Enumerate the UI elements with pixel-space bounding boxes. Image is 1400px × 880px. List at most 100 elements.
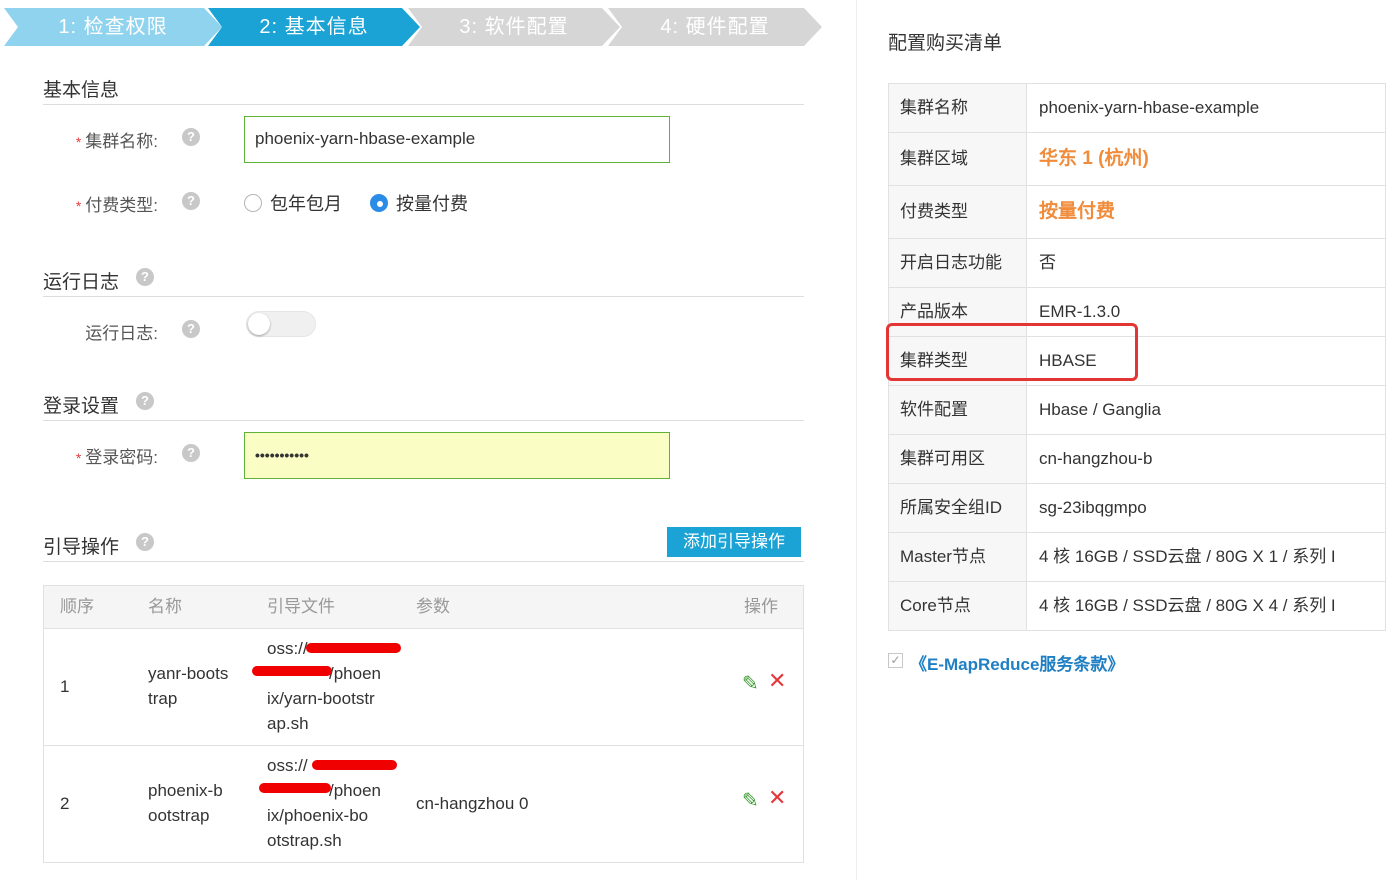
summary-value: 4 核 16GB / SSD云盘 / 80G X 1 / 系列 I [1039,547,1336,566]
section-title-basic: 基本信息 [43,80,120,101]
row-file-line: ap.sh [267,714,309,733]
table-row: 2 phoenix-b ootstrap oss:// /phoen ix/ph… [44,745,803,862]
terms-checkbox[interactable]: ✓ [888,653,903,668]
row-order: 2 [60,794,70,813]
run-log-toggle[interactable] [246,311,316,337]
summary-key: 集群可用区 [889,435,1027,483]
cluster-name-label: * 集群名称: [48,127,158,152]
summary-key: 所属安全组ID [889,484,1027,532]
cluster-name-input[interactable]: phoenix-yarn-hbase-example [244,116,670,163]
summary-value: 否 [1039,253,1056,272]
summary-row: Master节点 4 核 16GB / SSD云盘 / 80G X 1 / 系列 … [889,533,1385,582]
close-icon[interactable]: ✕ [768,668,786,694]
col-name: 名称 [148,597,182,616]
summary-row: 集群可用区 cn-hangzhou-b [889,435,1385,484]
row-file-line: oss:// [267,756,308,775]
col-params: 参数 [416,597,450,616]
section-divider [43,561,804,562]
summary-title: 配置购买清单 [888,33,1003,54]
redaction-mark [312,760,397,770]
label-text: 集群名称: [85,132,158,151]
section-title-bootstrap: 引导操作 [43,537,120,558]
summary-row: Core节点 4 核 16GB / SSD云盘 / 80G X 4 / 系列 I [889,582,1385,630]
cluster-type-highlight-box [886,323,1138,381]
summary-row: 集群名称 phoenix-yarn-hbase-example [889,84,1385,133]
step-label: 1: 检查权限 [58,16,168,38]
summary-key: Core节点 [889,582,1027,630]
pencil-icon[interactable]: ✎ [742,671,759,696]
close-icon[interactable]: ✕ [768,785,786,811]
section-divider [43,296,804,297]
radio-prepaid[interactable] [244,194,262,212]
summary-row: 开启日志功能否 [889,239,1385,288]
section-title-login: 登录设置 [43,396,120,417]
summary-key: 开启日志功能 [889,239,1027,287]
question-circle-icon[interactable]: ? [136,268,154,286]
summary-row: 付费类型 按量付费 [889,186,1385,239]
step-check-permission[interactable]: 1: 检查权限 [4,8,222,46]
section-divider [43,104,804,105]
radio-pay-as-you-go[interactable] [370,194,388,212]
run-log-label: 运行日志: [85,324,158,343]
required-mark: * [75,198,82,214]
row-file-line: ix/phoenix-bo [267,806,369,825]
step-basic-info[interactable]: 2: 基本信息 [208,8,420,46]
question-circle-icon[interactable]: ? [136,533,154,551]
wizard-steps: 1: 检查权限 2: 基本信息 3: 软件配置 4: 硬件配置 [0,8,830,48]
table-row: 1 yanr-boots trap oss:// /phoen ix/yarn-… [44,628,803,746]
summary-key: 软件配置 [889,386,1027,434]
radio-label-prepaid: 包年包月 [270,194,342,214]
row-file-line: otstrap.sh [267,831,342,850]
summary-value: 华东 1 (杭州) [1039,148,1149,169]
step-hardware-config[interactable]: 4: 硬件配置 [608,8,822,46]
row-file-line: ix/yarn-bootstr [267,689,375,708]
summary-row: 软件配置 Hbase / Ganglia [889,386,1385,435]
col-order: 顺序 [60,597,94,616]
step-label: 3: 软件配置 [459,16,569,38]
question-circle-icon[interactable]: ? [136,392,154,410]
section-divider [43,420,804,421]
password-label: * 登录密码: [48,443,158,468]
redaction-mark [252,666,332,676]
check-icon: ✓ [890,653,901,667]
panel-divider [856,0,857,880]
row-name-line: ootstrap [148,806,210,825]
label-text: 付费类型: [85,196,158,215]
question-circle-icon[interactable]: ? [182,128,200,146]
row-name-line: phoenix-b [148,781,223,800]
summary-key: 付费类型 [889,186,1027,238]
row-name-line: yanr-boots [148,664,229,683]
summary-value: Hbase / Ganglia [1039,400,1161,419]
pencil-icon[interactable]: ✎ [742,788,759,813]
terms-link[interactable]: 《E-MapReduce服务条款》 [910,650,1124,675]
section-title-log: 运行日志 [43,272,120,293]
question-circle-icon[interactable]: ? [182,320,200,338]
radio-label-pay-as-you-go: 按量付费 [396,194,468,214]
summary-value: 4 核 16GB / SSD云盘 / 80G X 4 / 系列 I [1039,596,1336,615]
summary-row: 所属安全组ID sg-23ibqgmpo [889,484,1385,533]
step-software-config[interactable]: 3: 软件配置 [408,8,620,46]
summary-value: phoenix-yarn-hbase-example [1039,98,1260,117]
question-circle-icon[interactable]: ? [182,444,200,462]
step-label: 2: 基本信息 [259,16,369,38]
password-input[interactable]: ••••••••••• [244,432,670,479]
required-mark: * [75,134,82,150]
pay-type-label: * 付费类型: [48,191,158,216]
redaction-mark [306,643,401,653]
summary-key: 集群名称 [889,84,1027,132]
summary-key: Master节点 [889,533,1027,581]
table-header: 顺序 名称 引导文件 参数 操作 [44,586,803,629]
step-label: 4: 硬件配置 [660,16,770,38]
summary-row: 集群区域 华东 1 (杭州) [889,133,1385,186]
row-name-line: trap [148,689,178,708]
col-actions: 操作 [744,597,778,616]
col-file: 引导文件 [267,597,335,616]
row-file-line: /phoen [329,664,381,683]
question-circle-icon[interactable]: ? [182,192,200,210]
row-file-line: /phoen [329,781,381,800]
add-bootstrap-button[interactable]: 添加引导操作 [667,527,801,557]
row-params: cn-hangzhou 0 [416,794,529,813]
summary-value: sg-23ibqgmpo [1039,498,1147,517]
redaction-mark [259,783,331,793]
label-text: 登录密码: [85,448,158,467]
